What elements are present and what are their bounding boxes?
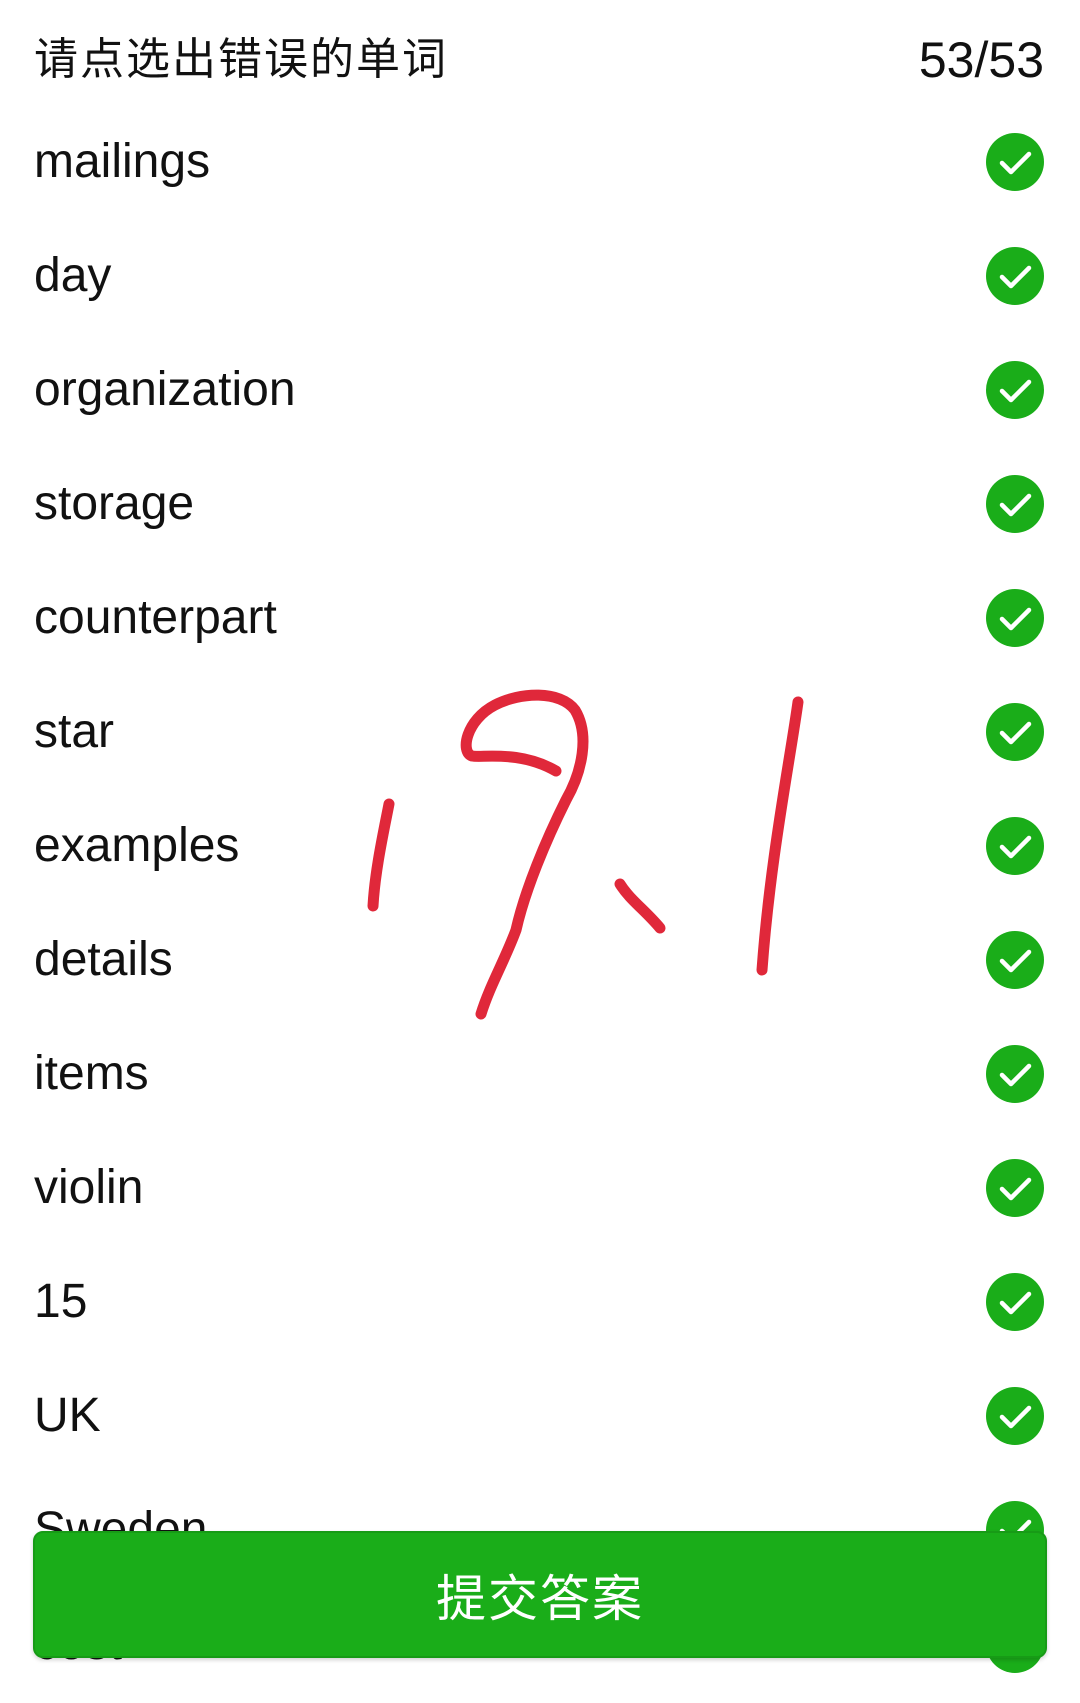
check-circle-icon [985,1386,1045,1446]
word-text: organization [34,363,296,416]
check-circle-icon [985,816,1045,876]
progress-counter: 53/53 [918,32,1044,88]
header: 请点选出错误的单词 53/53 [0,0,1080,120]
word-row[interactable]: day [0,221,1080,335]
word-text: details [34,933,173,986]
word-text: day [34,249,112,302]
submit-answer-label: 提交答案 [436,1569,644,1628]
check-circle-icon [985,474,1045,534]
submit-answer-button[interactable]: 提交答案 [33,1531,1047,1658]
check-circle-icon [985,246,1045,306]
check-circle-icon [985,930,1045,990]
word-row[interactable]: items [0,1019,1080,1133]
word-row[interactable]: examples [0,791,1080,905]
word-text: mailings [34,135,211,188]
word-row[interactable]: violin [0,1133,1080,1247]
word-row[interactable]: 15 [0,1247,1080,1361]
word-text: UK [34,1389,101,1442]
check-circle-icon [985,1272,1045,1332]
word-row[interactable]: star [0,677,1080,791]
word-list: mailings day organization storage counterpar… [0,107,1080,1703]
check-circle-icon [985,588,1045,648]
word-text: star [34,705,115,758]
word-row[interactable]: details [0,905,1080,1019]
page-title: 请点选出错误的单词 [34,34,448,85]
check-circle-icon [985,1044,1045,1104]
word-row[interactable]: counterpart [0,563,1080,677]
word-row[interactable]: organization [0,335,1080,449]
check-circle-icon [985,360,1045,420]
word-text: storage [34,477,195,530]
word-text: items [34,1047,149,1100]
word-row[interactable]: storage [0,449,1080,563]
check-circle-icon [985,702,1045,762]
word-row[interactable]: UK [0,1361,1080,1475]
check-circle-icon [985,1158,1045,1218]
word-text: counterpart [34,591,277,644]
word-text: 15 [34,1275,88,1328]
word-text: examples [34,819,240,872]
word-row[interactable]: mailings [0,107,1080,221]
word-text: violin [34,1161,144,1214]
check-circle-icon [985,132,1045,192]
